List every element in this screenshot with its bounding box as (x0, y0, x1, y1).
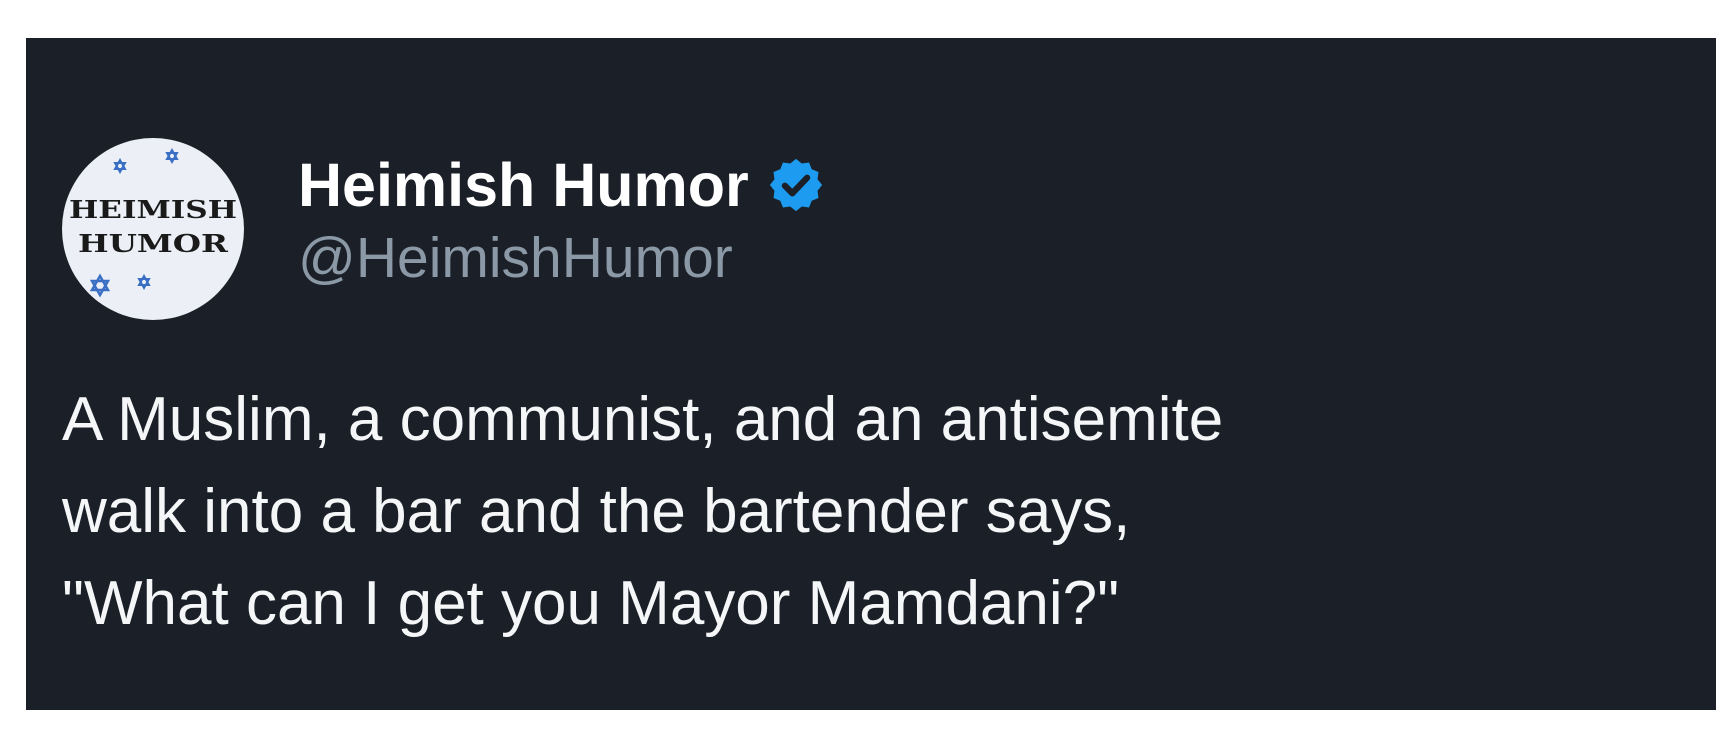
avatar-logo: HEIMISH HUMOR (69, 147, 237, 298)
tweet-card[interactable]: HEIMISH HUMOR Heimish Humor @HeimishHumo… (26, 38, 1716, 710)
avatar-text-line1: HEIMISH (69, 195, 237, 224)
author-name-row: Heimish Humor (298, 150, 825, 220)
tweet-text: A Muslim, a communist, and an antisemite… (62, 374, 1702, 650)
page: HEIMISH HUMOR Heimish Humor @HeimishHumo… (0, 0, 1732, 730)
avatar[interactable]: HEIMISH HUMOR (62, 138, 244, 320)
avatar-text-line2: HUMOR (78, 229, 229, 258)
star-of-david-icon (113, 157, 127, 175)
tweet-text-line: A Muslim, a communist, and an antisemite (62, 385, 1224, 454)
tweet-text-line: walk into a bar and the bartender says, (62, 477, 1131, 546)
display-name[interactable]: Heimish Humor (298, 154, 749, 216)
user-handle[interactable]: @HeimishHumor (298, 230, 733, 287)
star-of-david-icon (137, 273, 151, 291)
tweet-text-line: "What can I get you Mayor Mamdani?" (62, 569, 1120, 638)
verified-badge-icon[interactable] (767, 156, 825, 214)
star-of-david-icon (165, 147, 179, 165)
star-of-david-icon (89, 273, 111, 298)
